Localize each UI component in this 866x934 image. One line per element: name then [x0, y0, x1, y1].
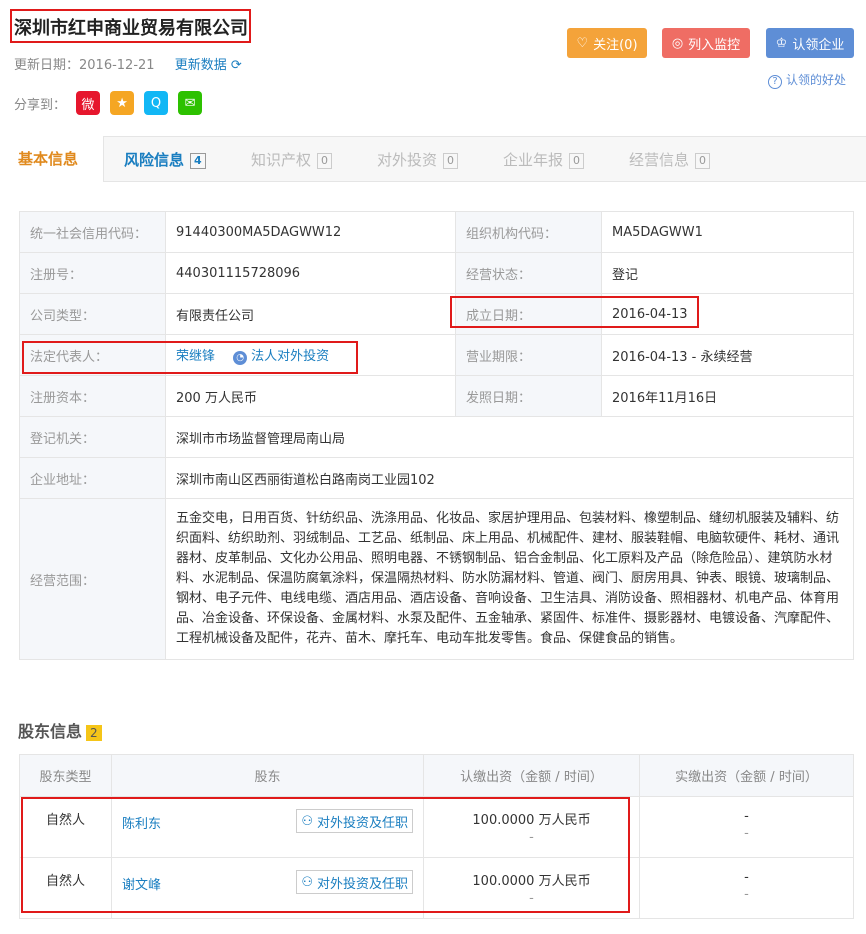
highlight-company-name — [10, 9, 251, 43]
star-icon[interactable]: ★ — [110, 91, 135, 115]
org-code-label: 组织机构代码： — [455, 211, 602, 253]
table-row: 统一社会信用代码： 91440300MA5DAGWW12 组织机构代码： MA5… — [19, 211, 854, 253]
reg-no-label: 注册号： — [19, 252, 166, 294]
company-type-label: 公司类型： — [19, 293, 166, 335]
issue-date-value: 2016年11月16日 — [601, 375, 854, 417]
update-date: 更新日期：2016-12-21 — [14, 58, 155, 73]
refresh-label: 更新数据 — [174, 58, 227, 73]
address-label: 企业地址： — [19, 457, 166, 499]
tab-count: 0 — [317, 152, 333, 169]
status-label: 经营状态： — [455, 252, 602, 294]
shareholders-count: 2 — [86, 725, 102, 741]
table-row: 注册号： 440301115728096 经营状态： 登记 — [19, 252, 854, 294]
weibo-icon[interactable]: 微 — [76, 91, 101, 115]
tab-operation[interactable]: 经营信息 0 — [629, 149, 711, 170]
authority-label: 登记机关： — [19, 416, 166, 458]
refresh-data-link[interactable]: 更新数据 ⟳ — [175, 58, 242, 73]
question-icon: ? — [768, 75, 782, 89]
qq-icon[interactable]: Q — [144, 91, 169, 115]
highlight-legal-rep — [22, 341, 358, 374]
tab-annual-report[interactable]: 企业年报 0 — [503, 149, 585, 170]
tab-label: 对外投资 — [377, 151, 438, 169]
basic-info-table: 统一社会信用代码： 91440300MA5DAGWW12 组织机构代码： MA5… — [19, 211, 854, 660]
header-type: 股东类型 — [19, 754, 112, 797]
credit-code-value: 91440300MA5DAGWW12 — [165, 211, 456, 253]
heart-icon: ♡ — [576, 35, 589, 51]
tab-label: 企业年报 — [503, 151, 564, 169]
tab-ip[interactable]: 知识产权 0 — [251, 149, 333, 170]
table-row: 公司类型： 有限责任公司 成立日期： 2016-04-13 — [19, 293, 854, 335]
table-row: 登记机关： 深圳市市场监督管理局南山局 — [19, 416, 854, 458]
capital-value: 200 万人民币 — [165, 375, 456, 417]
highlight-shareholders — [21, 797, 630, 913]
issue-date-label: 发照日期： — [455, 375, 602, 417]
paid-amount: - — [744, 809, 749, 824]
credit-code-label: 统一社会信用代码： — [19, 211, 166, 253]
address-value: 深圳市南山区西丽街道松白路南岗工业园102 — [165, 457, 854, 499]
update-meta: 更新日期：2016-12-21 更新数据 ⟳ — [14, 54, 242, 73]
tab-label: 风险信息 — [124, 151, 185, 169]
authority-value: 深圳市市场监督管理局南山局 — [165, 416, 854, 458]
tab-investment[interactable]: 对外投资 0 — [377, 149, 459, 170]
table-row: 企业地址： 深圳市南山区西丽街道松白路南岗工业园102 — [19, 457, 854, 499]
paid-amount: - — [744, 870, 749, 885]
paid-time: - — [744, 826, 749, 841]
table-header-row: 股东类型 股东 认缴出资（金额 / 时间） 实缴出资（金额 / 时间） — [19, 754, 854, 797]
tab-count: 4 — [190, 152, 206, 169]
org-code-value: MA5DAGWW1 — [601, 211, 854, 253]
term-label: 营业期限： — [455, 334, 602, 376]
claim-button[interactable]: ♔ 认领企业 — [766, 28, 854, 58]
refresh-icon: ⟳ — [230, 58, 242, 73]
term-value: 2016-04-13 - 永续经营 — [601, 334, 854, 376]
tab-basic-info[interactable]: 基本信息 — [0, 136, 104, 182]
company-type-value: 有限责任公司 — [165, 293, 456, 335]
claim-label: 认领企业 — [792, 37, 845, 53]
benefit-label: 认领的好处 — [786, 73, 847, 87]
paid-cell: - - — [639, 796, 854, 858]
tab-label: 经营信息 — [629, 151, 690, 169]
wechat-icon[interactable]: ✉ — [178, 91, 203, 115]
highlight-established-date — [450, 296, 699, 328]
claim-icon: ♔ — [775, 35, 788, 51]
share-bar: 分享到： 微 ★ Q ✉ — [14, 91, 203, 115]
tab-label: 知识产权 — [251, 151, 312, 169]
tab-count: 0 — [695, 152, 711, 169]
tab-label: 基本信息 — [18, 150, 79, 168]
paid-time: - — [744, 887, 749, 902]
monitor-icon: ◎ — [671, 35, 684, 51]
header-holder: 股东 — [111, 754, 424, 797]
shareholders-title-text: 股东信息 — [18, 722, 83, 741]
follow-label: 关注(0) — [593, 37, 638, 53]
paid-cell: - - — [639, 857, 854, 919]
monitor-label: 列入监控 — [688, 37, 741, 53]
table-row: 经营范围： 五金交电，日用百货、针纺织品、洗涤用品、化妆品、家居护理用品、包装材… — [19, 498, 854, 660]
follow-button[interactable]: ♡ 关注(0) — [567, 28, 647, 58]
scope-label: 经营范围： — [19, 498, 166, 660]
reg-no-value: 440301115728096 — [165, 252, 456, 294]
tab-risk-info[interactable]: 风险信息 4 — [124, 149, 206, 170]
capital-label: 注册资本： — [19, 375, 166, 417]
tab-bar: 基本信息 风险信息 4 知识产权 0 对外投资 0 企业年报 0 经营信息 0 — [0, 136, 866, 182]
claim-benefit-link[interactable]: ? 认领的好处 — [768, 71, 846, 89]
status-value: 登记 — [601, 252, 854, 294]
share-label: 分享到： — [14, 97, 67, 113]
scope-value: 五金交电，日用百货、针纺织品、洗涤用品、化妆品、家居护理用品、包装材料、橡塑制品… — [165, 498, 854, 660]
header-subscribed: 认缴出资（金额 / 时间） — [423, 754, 640, 797]
tab-count: 0 — [443, 152, 459, 169]
monitor-button[interactable]: ◎ 列入监控 — [662, 28, 750, 58]
tab-count: 0 — [569, 152, 585, 169]
table-row: 注册资本： 200 万人民币 发照日期： 2016年11月16日 — [19, 375, 854, 417]
header-paid: 实缴出资（金额 / 时间） — [639, 754, 854, 797]
shareholders-title: 股东信息 2 — [18, 718, 102, 742]
